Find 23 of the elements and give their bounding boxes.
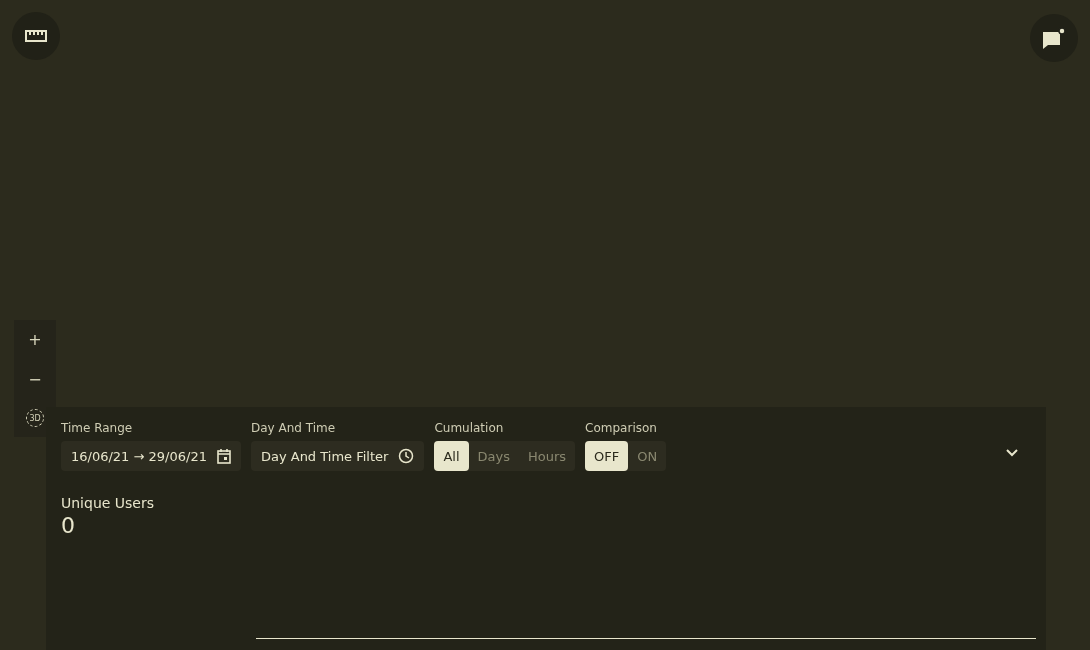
filter-label: Cumulation bbox=[434, 421, 505, 435]
stat-value: 0 bbox=[61, 513, 76, 538]
date-range-field[interactable]: 16/06/21 → 29/06/21 bbox=[61, 441, 241, 471]
toggle-option[interactable]: Days bbox=[468, 441, 519, 471]
chevron-down-icon bbox=[1006, 449, 1018, 457]
chat-icon bbox=[1042, 27, 1066, 49]
clock-icon bbox=[398, 448, 415, 464]
day-time-filter-field[interactable]: Day And Time Filter bbox=[250, 441, 425, 471]
toggle-option[interactable]: OFF bbox=[585, 441, 629, 471]
zoom-out-button[interactable]: − bbox=[14, 359, 56, 399]
filter-label: Comparison bbox=[585, 421, 658, 435]
calendar-icon bbox=[216, 448, 231, 464]
stat-label: Unique Users bbox=[61, 495, 156, 511]
filter-label: Time Range bbox=[61, 421, 134, 435]
toggle-option[interactable]: ON bbox=[628, 441, 667, 471]
map-background[interactable]: + − 3D Time Range 16/06/21 → 29/06/21 Day And Time Day And Time Filter Cumulation All Days Hours Comparison OFF ON Unique Users 0 bbox=[0, 0, 1090, 650]
filter-label: Day And Time bbox=[250, 421, 337, 435]
toggle-option[interactable]: Hours bbox=[519, 441, 576, 471]
toggle-option[interactable]: All bbox=[434, 441, 469, 471]
feedback-button[interactable] bbox=[1030, 14, 1078, 62]
ruler-button[interactable] bbox=[12, 12, 60, 60]
zoom-in-button[interactable]: + bbox=[14, 320, 56, 360]
ruler-icon bbox=[25, 30, 47, 42]
